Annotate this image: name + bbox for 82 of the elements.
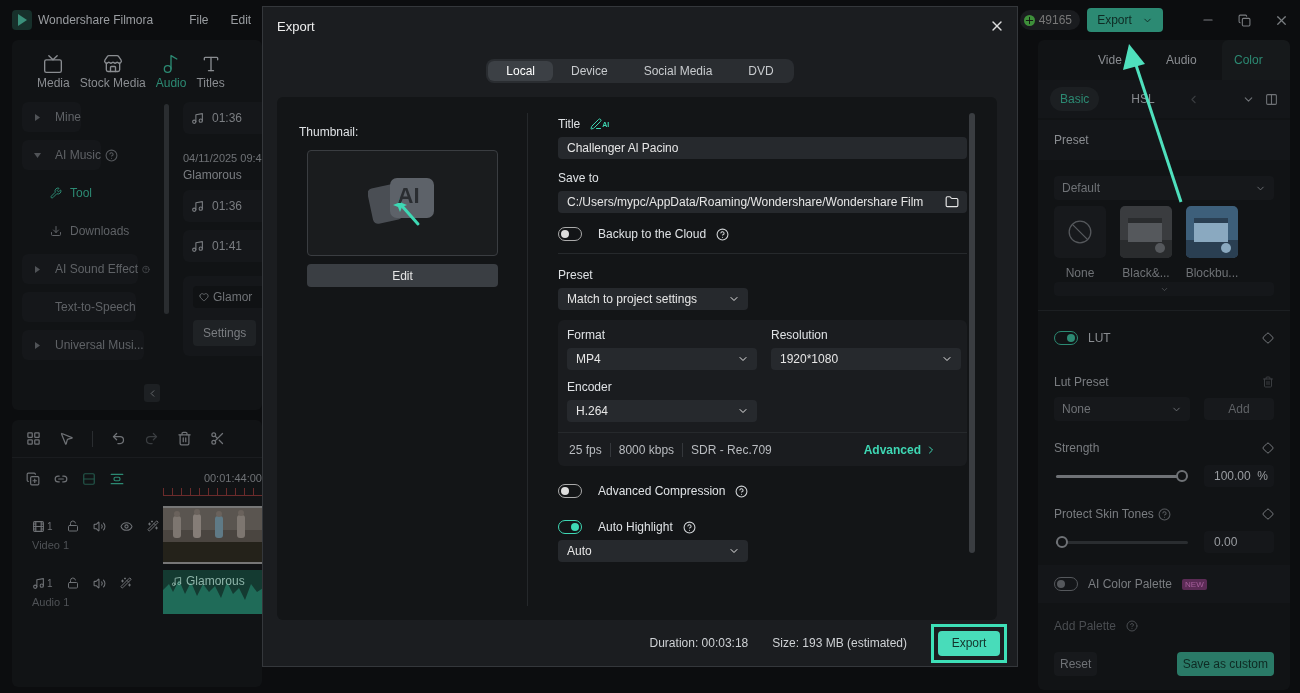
option-label: Advanced Compression [598, 484, 726, 498]
app-name: Wondershare Filmora [38, 13, 154, 27]
duration-text: Duration: 00:03:18 [649, 636, 749, 650]
audio-item[interactable]: 01:36 [183, 102, 262, 134]
lut-preset-label: Lut Preset [1054, 375, 1109, 389]
edit-button[interactable]: Edit [307, 264, 498, 287]
sidebar-item[interactable]: Mine [22, 102, 81, 132]
add-button[interactable]: Add [1204, 398, 1274, 420]
audio-item[interactable]: 01:36 [183, 190, 262, 222]
lut-label: LUT [1088, 331, 1111, 345]
preset-dropdown[interactable]: Default [1054, 176, 1274, 200]
value-field[interactable]: 0.00 [1204, 531, 1274, 553]
highlight-dropdown[interactable]: Auto [558, 540, 748, 562]
export-tab[interactable]: Social Media [625, 61, 731, 81]
sidebar-subitem[interactable]: Downloads [22, 216, 150, 246]
ai-label: AI [397, 183, 420, 209]
dialog-title: Export [277, 18, 315, 34]
media-tab[interactable]: Audio [152, 54, 190, 96]
palette-label: AI Color Palette [1088, 577, 1173, 591]
save-to-label: Save to [558, 171, 600, 185]
date-text: 04/11/2025 09:4 [183, 152, 262, 164]
setting-dropdown[interactable]: 1920*1080 [771, 348, 961, 370]
media-tab[interactable]: Stock Media [76, 54, 149, 96]
sidebar-item[interactable]: AI Sound Effect [22, 254, 139, 284]
track-number: 1 [47, 520, 53, 532]
media-tab[interactable]: Titles [193, 54, 228, 96]
style-chip[interactable]: Glamor [193, 286, 262, 308]
export-tab[interactable]: DVD [730, 61, 792, 81]
value-field[interactable]: 100.00 % [1204, 465, 1274, 487]
preset-dropdown[interactable]: Match to project settings [558, 288, 748, 310]
sidebar-subitem[interactable]: Tool [22, 178, 150, 208]
track-name: Audio 1 [32, 595, 71, 608]
new-badge: NEW [1182, 578, 1207, 590]
panel-tab[interactable]: Color [1222, 40, 1290, 80]
lut-dropdown[interactable]: None [1054, 397, 1190, 421]
clip-label: Glamorous [171, 574, 245, 588]
preset-label: Preset [558, 268, 594, 282]
preset-label: Blockbu... [1185, 266, 1239, 280]
path-field[interactable]: C:/Users/mypc/AppData/Roaming/Wondershare/Wondershare Film [558, 191, 967, 213]
menu-item[interactable]: File [189, 13, 209, 27]
export-tab[interactable]: Device [552, 61, 626, 81]
spec-text: SDR - Rec.709 [682, 442, 780, 457]
media-tab[interactable]: Media [34, 54, 73, 96]
group-title: Glamorous [183, 168, 243, 182]
sidebar-item[interactable]: Universal Musi... [22, 330, 144, 360]
audio-item[interactable]: 01:41 [183, 230, 262, 262]
save-button[interactable]: Save as custom [1176, 652, 1274, 676]
preset-label: Black&... [1122, 266, 1170, 280]
preset-label: None [1065, 266, 1095, 280]
subtab[interactable]: Basic [1050, 87, 1100, 111]
credits-badge[interactable]: 49165 [1019, 10, 1080, 30]
settings-button[interactable]: Settings [193, 320, 257, 346]
panel-tab[interactable]: Audio [1154, 40, 1222, 80]
audio-clip[interactable]: Glamorous [163, 570, 262, 614]
spec-text: 25 fps [569, 442, 603, 457]
track-number: 1 [47, 577, 53, 589]
setting-label: Format [567, 328, 606, 342]
slider-label: Strength [1054, 441, 1100, 455]
timecode: 00:01:44:00 [203, 472, 262, 484]
spec-text: 8000 kbps [609, 442, 683, 457]
setting-label: Encoder [567, 380, 613, 394]
sidebar-item[interactable]: AI Music [22, 140, 101, 170]
menu-item[interactable]: Edit [230, 13, 252, 27]
setting-label: Resolution [771, 328, 829, 342]
setting-dropdown[interactable]: H.264 [567, 400, 757, 422]
export-button[interactable]: Export [1087, 8, 1163, 32]
thumbnail-label: Thumbnail: [299, 125, 360, 139]
title-label: Title [558, 117, 581, 131]
panel-tab[interactable]: Vide [1086, 40, 1154, 80]
setting-dropdown[interactable]: MP4 [567, 348, 757, 370]
export-button[interactable]: Export [938, 630, 1000, 656]
backup-label: Backup to the Cloud [598, 227, 707, 241]
section-heading: Preset [1038, 120, 1290, 160]
track-name: Video 1 [32, 538, 71, 551]
size-text: Size: 193 MB (estimated) [772, 636, 907, 650]
reset-button[interactable]: Reset [1054, 652, 1098, 676]
slider-label: Protect Skin Tones [1054, 507, 1154, 521]
option-label: Auto Highlight [598, 520, 673, 534]
sidebar-item[interactable]: Text-to-Speech [22, 292, 136, 322]
advanced-link[interactable]: Advanced [863, 442, 937, 457]
export-tab[interactable]: Local [488, 61, 553, 81]
title-field[interactable]: Challenger Al Pacino [558, 137, 967, 159]
